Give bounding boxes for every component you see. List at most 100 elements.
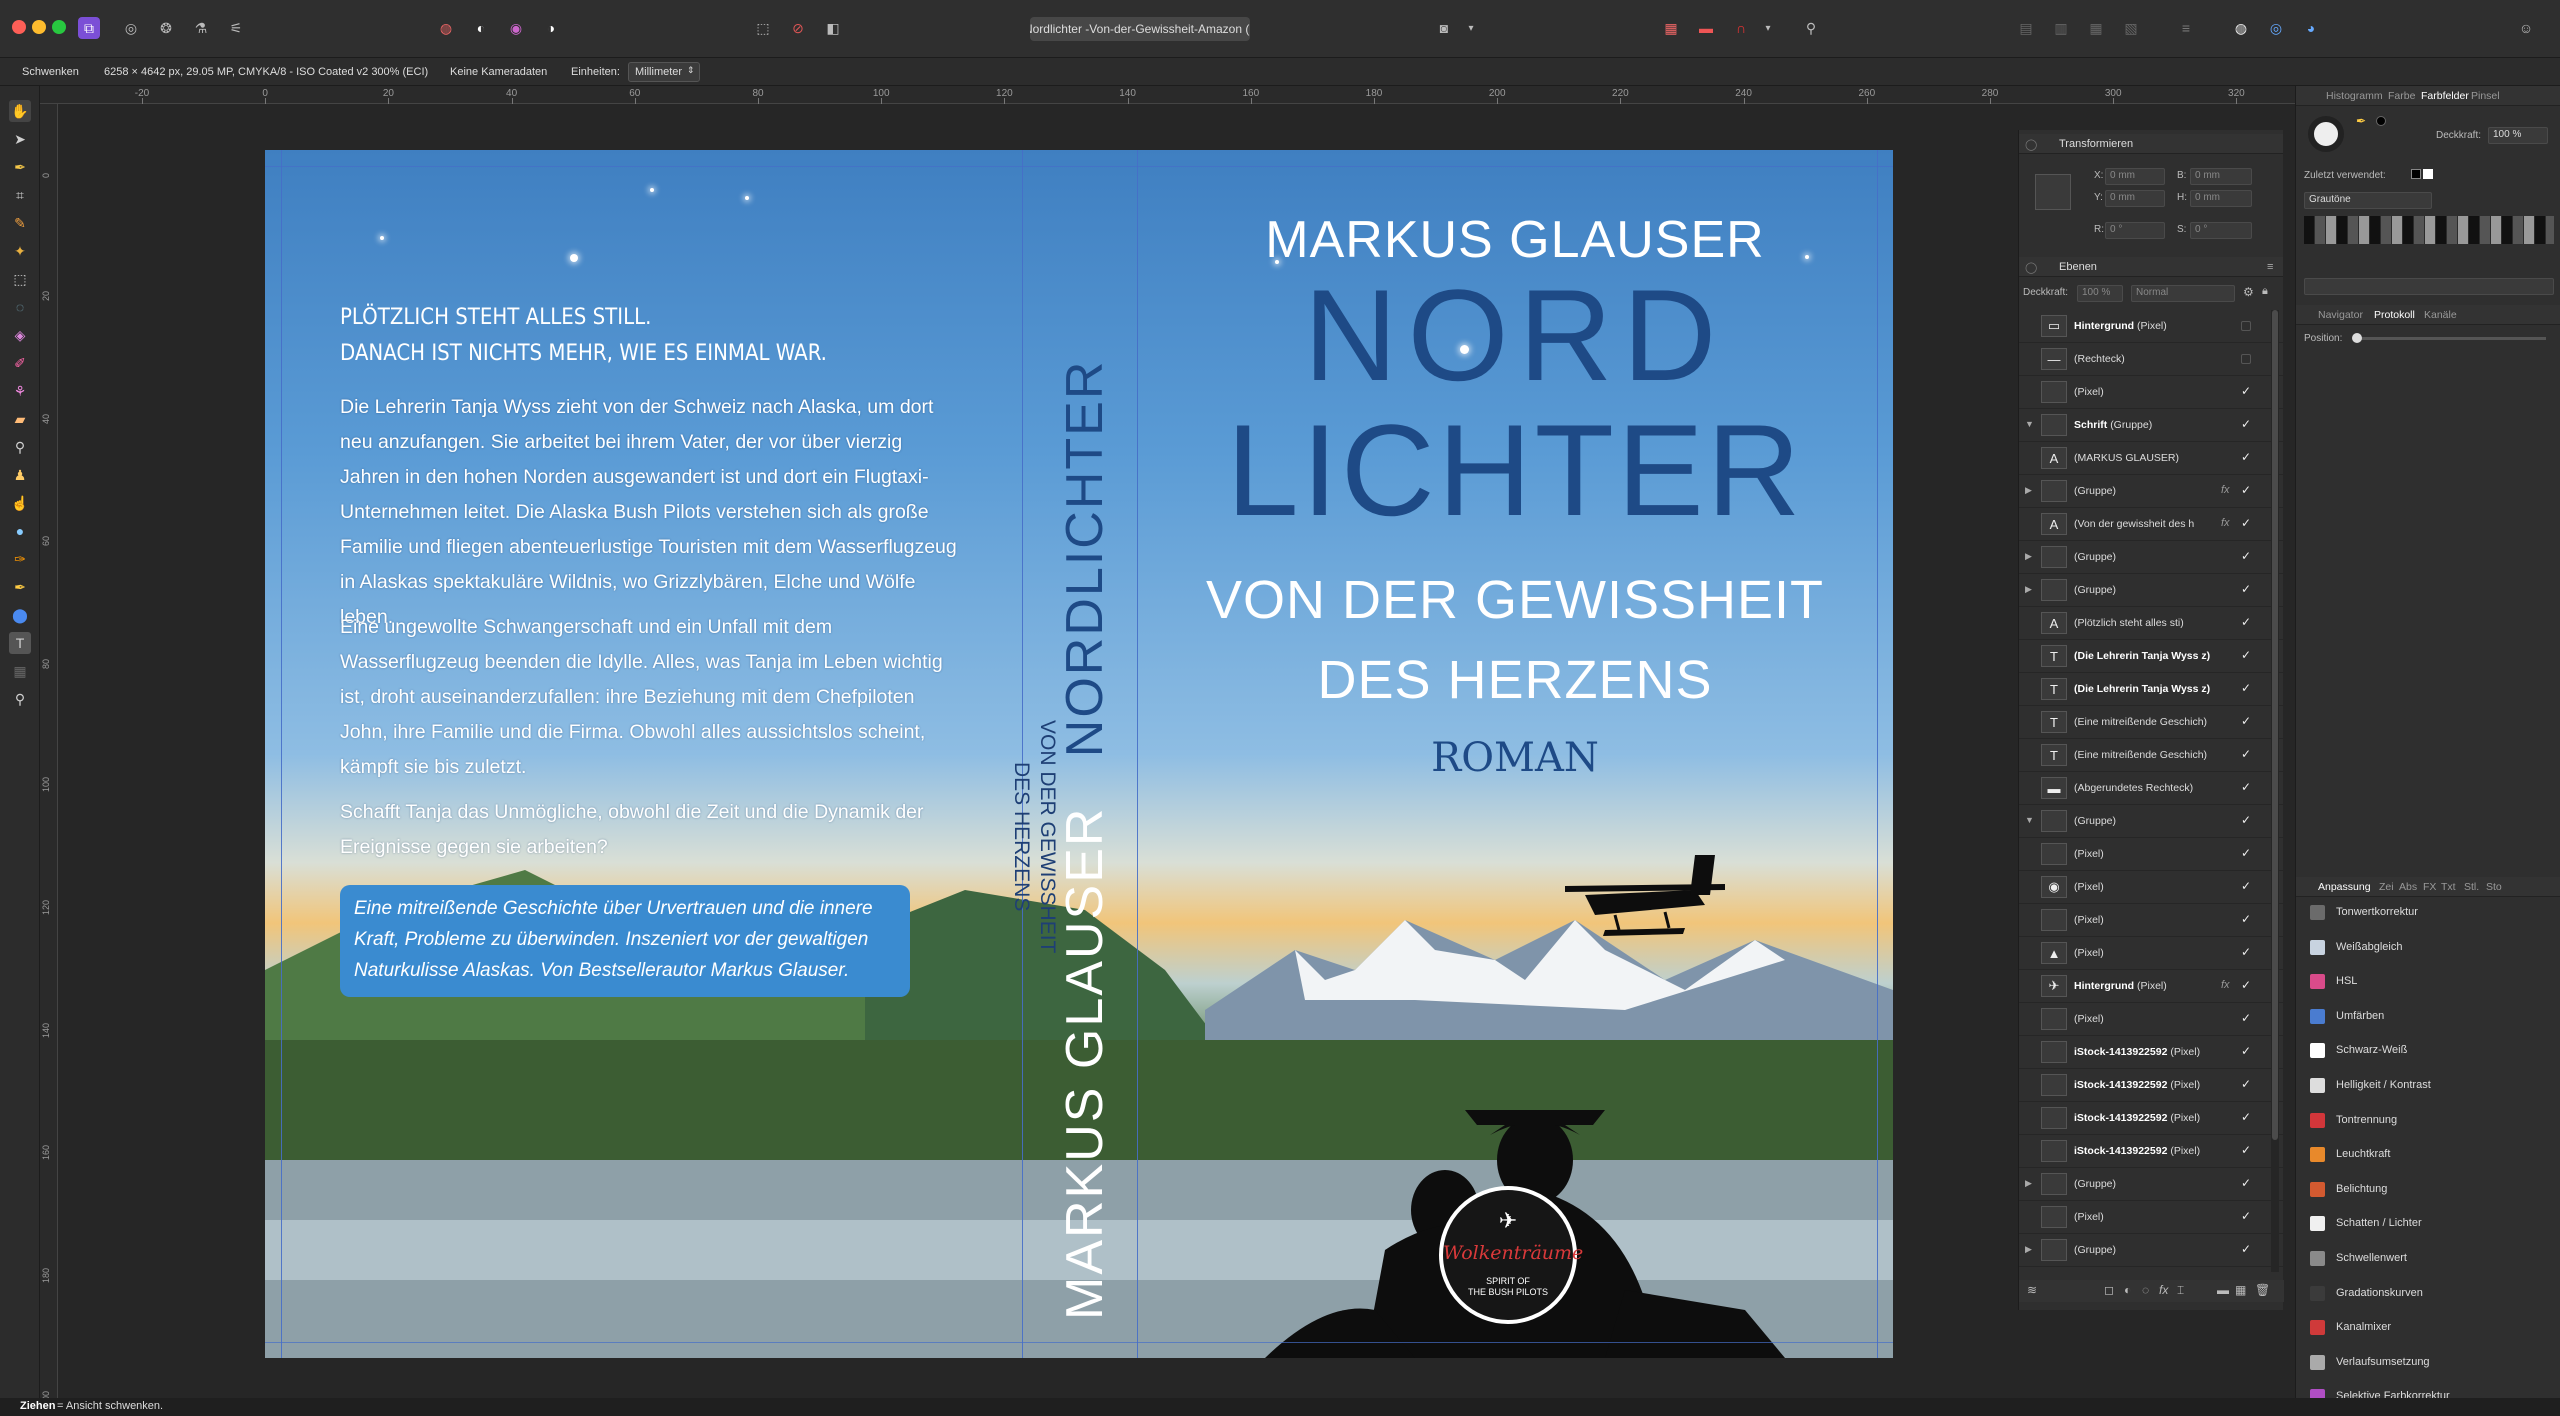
transform-w-field[interactable]: 0 mm bbox=[2190, 168, 2252, 185]
spine-subtitle[interactable]: VON DER GEWISSHEIT DES HERZENS bbox=[1008, 720, 1060, 953]
color-picker-tool-icon[interactable]: ✒ bbox=[9, 156, 31, 178]
add-group-icon[interactable]: ▬ bbox=[2217, 1283, 2229, 1297]
palette-select[interactable]: Grautöne bbox=[2304, 192, 2432, 209]
node-tool-icon[interactable]: ✒ bbox=[9, 576, 31, 598]
layer-visibility-checkbox[interactable]: ✓ bbox=[2241, 1011, 2251, 1025]
document-tab[interactable]: Nordlichter -Von-der-Gewissheit-Amazon (… bbox=[1030, 17, 1250, 41]
auto-contrast-icon[interactable]: ◐ bbox=[470, 17, 492, 39]
transform-panel-header[interactable]: ◯ Transformieren bbox=[2019, 134, 2283, 154]
adjustment-item[interactable]: Schwarz-Weiß bbox=[2296, 1034, 2560, 1068]
eyedropper-icon[interactable]: ✒ bbox=[2356, 114, 2366, 128]
layer-row[interactable]: ✈ Hintergrund (Pixel) fx ✓ bbox=[2019, 970, 2284, 1003]
layer-row[interactable]: iStock-1413922592 (Pixel) ✓ bbox=[2019, 1069, 2284, 1102]
auto-white-balance-icon[interactable]: ◑ bbox=[540, 17, 562, 39]
assistant-icon[interactable]: ⚲ bbox=[1800, 17, 1822, 39]
layer-row[interactable]: iStock-1413922592 (Pixel) ✓ bbox=[2019, 1036, 2284, 1069]
layer-visibility-checkbox[interactable]: ✓ bbox=[2241, 450, 2251, 464]
flood-fill-tool-icon[interactable]: ◈ bbox=[9, 324, 31, 346]
tab-paragraph[interactable]: Abs bbox=[2399, 881, 2417, 893]
layers-panel-header[interactable]: ◯ Ebenen ≡ bbox=[2019, 257, 2283, 277]
adjustment-item[interactable]: Gradationskurven bbox=[2296, 1277, 2560, 1311]
fill-stroke-widget[interactable] bbox=[2308, 116, 2344, 152]
force-pixel-align-icon[interactable]: ▬ bbox=[1695, 17, 1717, 39]
recent-swatch[interactable] bbox=[2411, 169, 2421, 179]
layer-visibility-checkbox[interactable]: ✓ bbox=[2241, 1209, 2251, 1223]
expand-arrow-icon[interactable]: ▼ bbox=[2025, 419, 2034, 429]
front-cover-title-line-2[interactable]: LICHTER bbox=[1130, 405, 1893, 535]
delete-layer-icon[interactable]: 🗑︎ bbox=[2255, 1283, 2270, 1297]
layer-visibility-checkbox[interactable]: ✓ bbox=[2241, 747, 2251, 761]
add-adjustment-icon[interactable]: ◐ bbox=[2124, 1283, 2131, 1297]
layer-row[interactable]: ▼ (Gruppe) ✓ bbox=[2019, 805, 2284, 838]
blend-mode-select[interactable]: Normal bbox=[2131, 285, 2235, 302]
units-select[interactable]: Millimeter ⇕ bbox=[628, 62, 700, 82]
back-cover-quote-box[interactable]: Eine mitreißende Geschichte über Urvertr… bbox=[340, 885, 910, 997]
boolean-subtract-icon[interactable]: ◎ bbox=[2265, 17, 2287, 39]
layer-visibility-checkbox[interactable]: ✓ bbox=[2241, 780, 2251, 794]
layer-row[interactable]: ▼ Schrift (Gruppe) ✓ bbox=[2019, 409, 2284, 442]
quick-mask-dropdown-icon[interactable]: ▾ bbox=[1460, 17, 1482, 39]
transform-r-field[interactable]: 0 ° bbox=[2105, 222, 2165, 239]
boolean-intersect-icon[interactable]: ◕ bbox=[2300, 17, 2322, 39]
horizontal-ruler[interactable]: -20 0 20 40 60 80 100 120 140 160 180 200 220 240 260 2… bbox=[40, 86, 2295, 104]
add-layer-icon[interactable]: ▦ bbox=[2235, 1283, 2246, 1297]
layer-visibility-checkbox[interactable]: ✓ bbox=[2241, 582, 2251, 596]
layer-visibility-checkbox[interactable]: ✓ bbox=[2241, 846, 2251, 860]
account-icon[interactable]: ☺ bbox=[2515, 17, 2537, 39]
align-icon[interactable]: ≡ bbox=[2175, 17, 2197, 39]
transform-y-field[interactable]: 0 mm bbox=[2105, 190, 2165, 207]
layer-visibility-checkbox[interactable]: ✓ bbox=[2241, 1176, 2251, 1190]
marquee-tool-icon[interactable]: ⬚ bbox=[9, 268, 31, 290]
arrange-back-icon[interactable]: ▤ bbox=[2015, 17, 2037, 39]
adjustment-item[interactable]: Leuchtkraft bbox=[2296, 1138, 2560, 1172]
front-cover-author[interactable]: MARKUS GLAUSER bbox=[1130, 210, 1893, 270]
layer-row[interactable]: (Pixel) ✓ bbox=[2019, 1201, 2284, 1234]
text-tool-icon[interactable]: T bbox=[9, 632, 31, 654]
transform-x-field[interactable]: 0 mm bbox=[2105, 168, 2165, 185]
layer-row[interactable]: ▶ (Gruppe) ✓ bbox=[2019, 574, 2284, 607]
panel-menu-icon[interactable]: ≡ bbox=[2267, 261, 2273, 273]
bleed-guide-top[interactable] bbox=[265, 166, 1893, 167]
book-cover-spread[interactable]: PLÖTZLICH STEHT ALLES STILL. DANACH IST … bbox=[265, 150, 1893, 1358]
adjustment-item[interactable]: Verlaufsumsetzung bbox=[2296, 1346, 2560, 1380]
adjustment-item[interactable]: Schatten / Lichter bbox=[2296, 1207, 2560, 1241]
layer-row[interactable]: (Pixel) ✓ bbox=[2019, 1003, 2284, 1036]
back-cover-headline[interactable]: PLÖTZLICH STEHT ALLES STILL. DANACH IST … bbox=[340, 300, 940, 372]
invert-selection-icon[interactable]: ◧ bbox=[822, 17, 844, 39]
document-canvas[interactable]: PLÖTZLICH STEHT ALLES STILL. DANACH IST … bbox=[58, 104, 2008, 1400]
front-cover-genre[interactable]: ROMAN bbox=[1130, 735, 1893, 781]
clone-tool-icon[interactable]: ⚘ bbox=[9, 380, 31, 402]
snapping-magnet-icon[interactable]: ∩ bbox=[1730, 17, 1752, 39]
spine-text[interactable]: MARKUS GLAUSER NORDLICHTER bbox=[1055, 360, 1115, 1320]
arrange-backward-icon[interactable]: ▥ bbox=[2050, 17, 2072, 39]
persona-photo-icon[interactable]: ◎ bbox=[120, 17, 142, 39]
layer-row[interactable]: ▬ (Abgerundetes Rechteck) ✓ bbox=[2019, 772, 2284, 805]
transform-s-field[interactable]: 0 ° bbox=[2190, 222, 2252, 239]
crop-tool-icon[interactable]: ⌗ bbox=[9, 184, 31, 206]
layer-visibility-checkbox[interactable]: ✓ bbox=[2241, 615, 2251, 629]
flood-select-tool-icon[interactable]: ✦ bbox=[9, 240, 31, 262]
layer-visibility-checkbox[interactable]: ✓ bbox=[2241, 384, 2251, 398]
expand-arrow-icon[interactable]: ▶ bbox=[2025, 551, 2032, 562]
tab-fx[interactable]: FX bbox=[2423, 881, 2436, 893]
layer-row[interactable]: T (Die Lehrerin Tanja Wyss z) ✓ bbox=[2019, 640, 2284, 673]
erase-tool-icon[interactable]: ▰ bbox=[9, 408, 31, 430]
layer-fx-icon[interactable]: fx bbox=[2221, 517, 2230, 529]
bleed-guide-left[interactable] bbox=[281, 150, 282, 1358]
layer-visibility-checkbox[interactable]: ✓ bbox=[2241, 945, 2251, 959]
layer-visibility-checkbox[interactable]: ✓ bbox=[2241, 648, 2251, 662]
layer-row[interactable]: ▶ (Gruppe) ✓ bbox=[2019, 1234, 2284, 1267]
layer-row[interactable]: iStock-1413922592 (Pixel) ✓ bbox=[2019, 1102, 2284, 1135]
layer-row[interactable]: T (Die Lehrerin Tanja Wyss z) ✓ bbox=[2019, 673, 2284, 706]
layer-row[interactable]: (Pixel) ✓ bbox=[2019, 904, 2284, 937]
layers-list[interactable]: ▭ Hintergrund (Pixel) — (Rechteck) (Pixel) ✓ ▼… bbox=[2019, 310, 2284, 1272]
persona-export-icon[interactable]: ⚟ bbox=[225, 17, 247, 39]
tab-brushes[interactable]: Pinsel bbox=[2471, 90, 2500, 102]
swatch-search-field[interactable] bbox=[2304, 278, 2554, 295]
selection-marquee-icon[interactable]: ⬚ bbox=[752, 17, 774, 39]
layer-row[interactable]: ▶ (Gruppe) ✓ bbox=[2019, 1168, 2284, 1201]
back-cover-paragraph-1[interactable]: Die Lehrerin Tanja Wyss zieht von der Sc… bbox=[340, 390, 960, 635]
layer-visibility-checkbox[interactable]: ✓ bbox=[2241, 1143, 2251, 1157]
tab-navigator[interactable]: Navigator bbox=[2318, 309, 2363, 321]
adjustment-item[interactable]: Tontrennung bbox=[2296, 1104, 2560, 1138]
